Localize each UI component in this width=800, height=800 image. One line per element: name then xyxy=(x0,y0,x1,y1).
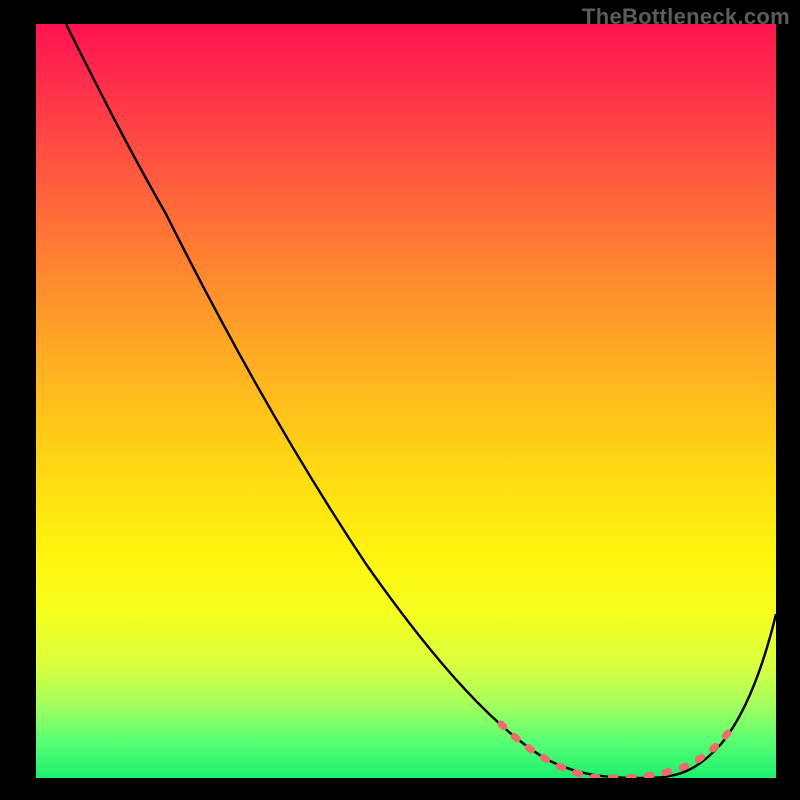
bottleneck-curve-svg xyxy=(36,24,776,778)
plot-area xyxy=(36,24,776,778)
bottleneck-curve-path xyxy=(66,24,776,778)
watermark-text: TheBottleneck.com xyxy=(582,4,790,30)
chart-frame: TheBottleneck.com xyxy=(0,0,800,800)
